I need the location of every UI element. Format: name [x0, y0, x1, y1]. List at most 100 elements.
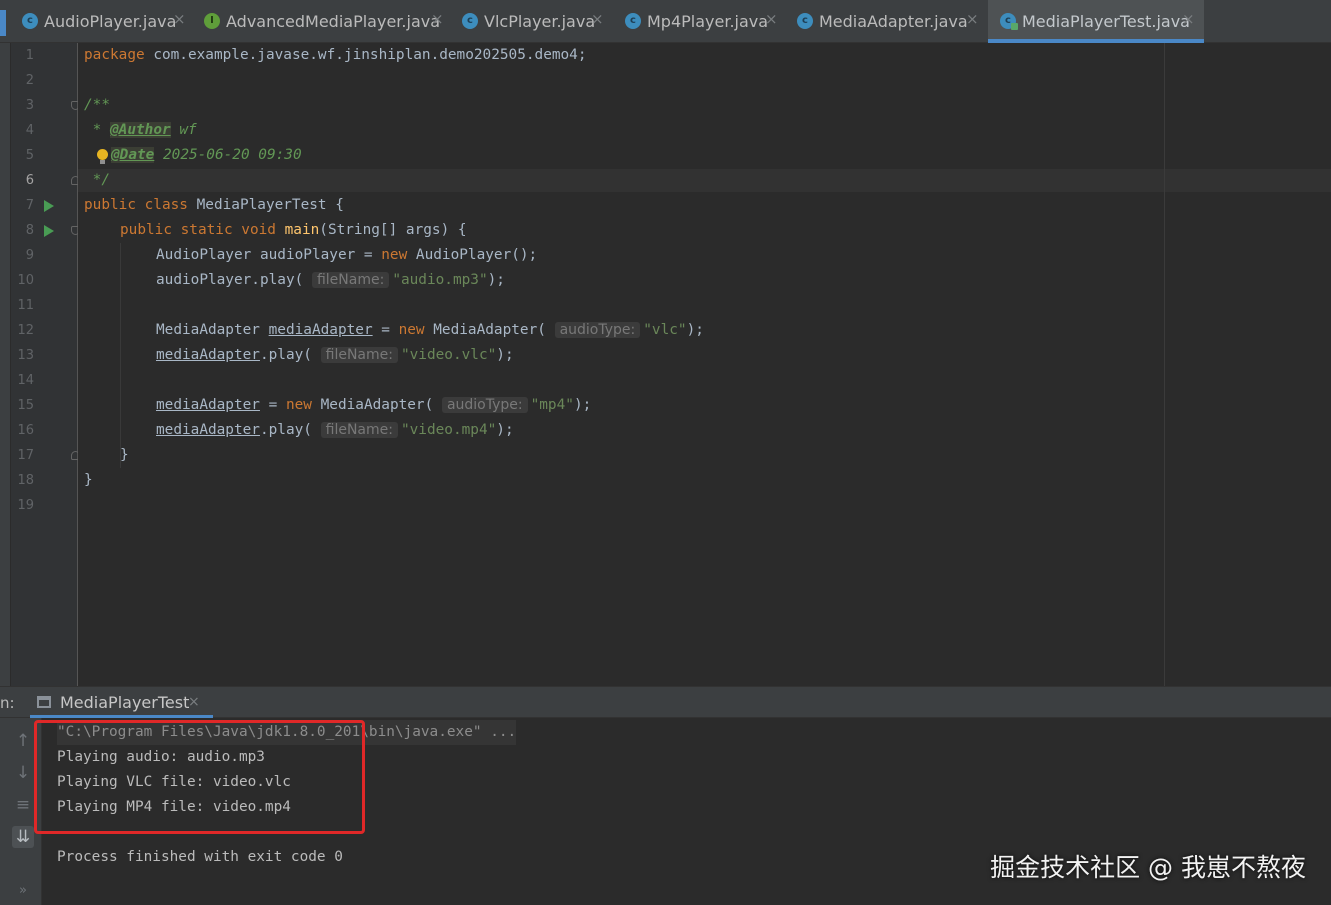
- javadoc-tag: @Author: [110, 122, 171, 138]
- tab-vlc-player[interactable]: c VlcPlayer.java ×: [462, 0, 612, 42]
- keyword: new: [381, 247, 408, 263]
- class-icon: c: [625, 13, 641, 29]
- tab-label: MediaAdapter.java: [819, 11, 968, 31]
- code-line-17: }: [120, 443, 129, 468]
- parameter-hint: fileName:: [320, 422, 398, 438]
- code-text: audioPlayer.play(: [156, 272, 304, 288]
- code-text: }: [120, 447, 129, 463]
- run-main-icon[interactable]: [44, 225, 54, 237]
- tab-media-player-test[interactable]: c MediaPlayerTest.java ×: [988, 0, 1204, 43]
- tab-advanced-media-player[interactable]: I AdvancedMediaPlayer.java ×: [204, 0, 454, 42]
- scroll-to-end-icon[interactable]: ⇊: [12, 826, 34, 848]
- editor-gutter: 1 2 3 4 5 6 7 8 9 10 11 12 13 14 15 16 1…: [0, 43, 80, 686]
- tab-audio-player[interactable]: c AudioPlayer.java ×: [22, 0, 192, 42]
- code-text: MediaPlayerTest {: [187, 197, 344, 213]
- run-tab-label: MediaPlayerTest: [60, 693, 190, 712]
- code-text: com.example.javase.wf.jinshiplan.demo202…: [144, 47, 587, 63]
- comment: wf: [170, 122, 197, 138]
- code-text: =: [259, 397, 286, 413]
- keyword: package: [84, 47, 145, 63]
- current-line-highlight: [78, 169, 1331, 192]
- code-text: );: [487, 272, 505, 288]
- indent-guide: [120, 243, 121, 468]
- code-line-13: mediaAdapter.play( fileName: "video.vlc")…: [156, 343, 514, 368]
- run-label: n:: [0, 694, 15, 712]
- soft-wrap-icon[interactable]: ≡: [12, 796, 34, 814]
- parameter-hint: fileName:: [320, 347, 398, 363]
- code-text: AudioPlayer audioPlayer =: [156, 247, 382, 263]
- tab-media-adapter[interactable]: c MediaAdapter.java ×: [797, 0, 982, 42]
- keyword: new: [398, 322, 425, 338]
- code-text: );: [573, 397, 592, 413]
- code-text: (String[] args) {: [319, 222, 467, 238]
- string-literal: "video.mp4": [400, 422, 497, 438]
- line-number: 11: [17, 298, 34, 313]
- tab-mp4-player[interactable]: c Mp4Player.java ×: [625, 0, 785, 42]
- close-icon[interactable]: ×: [188, 694, 200, 710]
- highlight-annotation-box: [34, 720, 365, 834]
- variable: mediaAdapter: [268, 322, 373, 338]
- line-number: 6: [25, 173, 34, 188]
- variable: mediaAdapter: [156, 397, 260, 413]
- code-text: );: [496, 347, 514, 363]
- line-number: 16: [17, 423, 34, 438]
- keyword: public static void: [120, 222, 276, 238]
- keyword: new: [285, 397, 312, 413]
- down-arrow-icon[interactable]: ↓: [12, 764, 34, 782]
- run-tab-media-player-test[interactable]: MediaPlayerTest ×: [30, 687, 213, 719]
- code-line-1: package com.example.javase.wf.jinshiplan…: [84, 43, 587, 68]
- code-line-16: mediaAdapter.play( fileName: "video.mp4")…: [156, 418, 514, 443]
- line-number: 7: [25, 198, 34, 213]
- lightbulb-icon[interactable]: [96, 149, 108, 166]
- line-number: 8: [25, 223, 34, 238]
- code-line-3: /**: [84, 93, 110, 118]
- close-icon[interactable]: ×: [431, 10, 444, 28]
- run-class-icon[interactable]: [44, 200, 54, 212]
- javadoc-tag: @Date: [111, 147, 155, 163]
- run-tool-window-header: n: MediaPlayerTest ×: [0, 686, 1331, 719]
- line-number: 3: [25, 98, 34, 113]
- code-line-8: public static void main(String[] args) {: [120, 218, 467, 243]
- more-icon[interactable]: »: [12, 882, 34, 900]
- method-name: main: [284, 222, 320, 238]
- up-arrow-icon[interactable]: ↑: [12, 732, 34, 750]
- tab-label: MediaPlayerTest.java: [1022, 11, 1190, 31]
- parameter-hint: fileName:: [311, 272, 390, 288]
- code-line-9: AudioPlayer audioPlayer = new AudioPlaye…: [156, 243, 537, 268]
- code-text: .play(: [259, 347, 312, 363]
- parameter-hint: audioType:: [441, 397, 528, 413]
- code-line-7: public class MediaPlayerTest {: [84, 193, 344, 218]
- close-icon[interactable]: ×: [765, 10, 778, 28]
- code-editor[interactable]: package com.example.javase.wf.jinshiplan…: [78, 43, 1331, 686]
- tab-label: AdvancedMediaPlayer.java: [226, 11, 441, 31]
- console-icon: [37, 696, 51, 708]
- tab-label: AudioPlayer.java: [44, 11, 177, 31]
- variable: mediaAdapter: [156, 347, 260, 363]
- comment: /**: [84, 97, 110, 113]
- tab-bar-edge: [0, 10, 6, 36]
- comment: 2025-06-20 09:30: [154, 147, 302, 163]
- line-number: 2: [25, 73, 34, 88]
- line-number: 4: [25, 123, 34, 138]
- editor-tab-bar: c AudioPlayer.java × I AdvancedMediaPlay…: [0, 0, 1331, 43]
- tab-label: VlcPlayer.java: [484, 11, 596, 31]
- code-line-12: MediaAdapter mediaAdapter = new MediaAda…: [156, 318, 704, 343]
- close-icon[interactable]: ×: [966, 10, 979, 28]
- right-margin-guide: [1164, 43, 1165, 686]
- string-literal: "video.vlc": [400, 347, 497, 363]
- string-literal: "vlc": [643, 322, 687, 338]
- class-icon: c: [22, 13, 38, 29]
- class-icon: c: [797, 13, 813, 29]
- code-line-15: mediaAdapter = new MediaAdapter( audioTy…: [156, 393, 591, 418]
- close-icon[interactable]: ×: [1182, 10, 1195, 28]
- comment: *: [84, 122, 110, 138]
- line-number: 10: [17, 273, 34, 288]
- line-number: 18: [17, 473, 34, 488]
- close-icon[interactable]: ×: [591, 10, 604, 28]
- line-number: 17: [17, 448, 34, 463]
- keyword: public class: [84, 197, 188, 213]
- code-text: );: [686, 322, 704, 338]
- close-icon[interactable]: ×: [173, 10, 186, 28]
- watermark: 掘金技术社区 @ 我崽不熬夜: [990, 853, 1306, 882]
- line-number: 9: [25, 248, 34, 263]
